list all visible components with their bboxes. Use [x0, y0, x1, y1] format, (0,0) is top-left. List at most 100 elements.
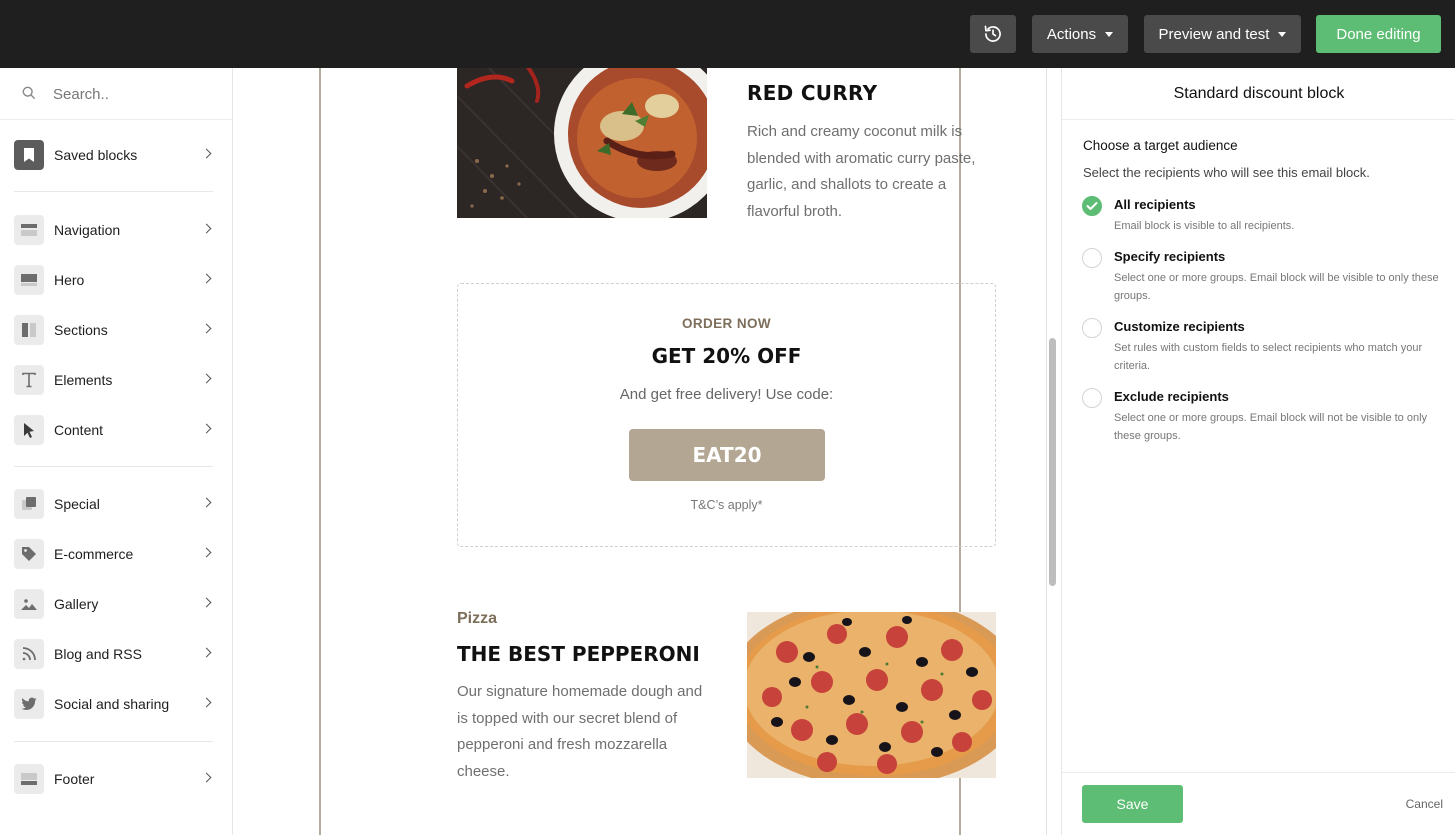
radio-unchecked-icon[interactable] — [1082, 248, 1102, 268]
sidebar-item-navigation[interactable]: Navigation — [0, 210, 232, 250]
audience-title: Choose a target audience — [1083, 138, 1238, 153]
special-icon — [14, 489, 44, 519]
email-body: RED CURRY Rich and creamy coconut milk i… — [319, 68, 996, 835]
done-editing-button[interactable]: Done editing — [1316, 15, 1441, 53]
text-icon — [14, 365, 44, 395]
curry-description: Rich and creamy coconut milk is blended … — [747, 123, 976, 220]
email-canvas: RED CURRY Rich and creamy coconut milk i… — [234, 68, 1060, 835]
caret-down-icon — [1278, 32, 1287, 37]
option-description: Set rules with custom fields to select r… — [1114, 342, 1423, 372]
rss-icon — [14, 639, 44, 669]
canvas-scrollbar[interactable] — [1049, 338, 1056, 586]
preview-label: Preview and test — [1158, 25, 1270, 43]
sidebar-item-special[interactable]: Special — [0, 484, 232, 524]
preview-and-test-button[interactable]: Preview and test — [1144, 15, 1301, 53]
sidebar-item-label: Gallery — [54, 596, 99, 612]
canvas-divider — [1046, 68, 1047, 835]
pizza-category: Pizza — [457, 610, 498, 627]
coupon-body: And get free delivery! Use code: — [619, 386, 834, 403]
sidebar-item-label: Saved blocks — [54, 147, 138, 163]
chevron-right-icon — [201, 273, 212, 284]
block-settings-panel: Standard discount block Choose a target … — [1061, 68, 1455, 835]
sidebar-item-label: Social and sharing — [54, 696, 170, 712]
option-description: Select one or more groups. Email block w… — [1114, 412, 1428, 442]
panel-title: Standard discount block — [1062, 68, 1455, 120]
chevron-right-icon — [201, 647, 212, 658]
twitter-icon — [14, 689, 44, 719]
panel-footer: Save Cancel — [1062, 772, 1455, 835]
chevron-right-icon — [201, 423, 212, 434]
sidebar-item-elements[interactable]: Elements — [0, 360, 232, 400]
curry-image — [457, 68, 707, 218]
option-label: Specify recipients — [1114, 249, 1226, 264]
sidebar-item-label: Sections — [54, 322, 108, 338]
option-description: Select one or more groups. Email block w… — [1114, 272, 1439, 302]
blocks-sidebar: Saved blocks Navigation Hero Sections El… — [0, 68, 233, 835]
sidebar-item-blog-and-rss[interactable]: Blog and RSS — [0, 634, 232, 674]
coupon-terms: T&C’s apply* — [690, 498, 763, 512]
sidebar-item-gallery[interactable]: Gallery — [0, 584, 232, 624]
radio-checked-icon[interactable] — [1082, 196, 1102, 216]
coupon-code-button[interactable]: EAT20 — [629, 429, 825, 481]
chevron-right-icon — [201, 547, 212, 558]
save-button[interactable]: Save — [1082, 785, 1183, 823]
cursor-icon — [14, 415, 44, 445]
sidebar-item-social-and-sharing[interactable]: Social and sharing — [0, 684, 232, 724]
option-label: All recipients — [1114, 197, 1196, 212]
image-icon — [14, 589, 44, 619]
footer-layout-icon — [14, 764, 44, 794]
radio-unchecked-icon[interactable] — [1082, 388, 1102, 408]
sidebar-item-label: Navigation — [54, 222, 121, 238]
navigation-layout-icon — [14, 215, 44, 245]
bookmark-icon — [14, 140, 44, 170]
chevron-right-icon — [201, 597, 212, 608]
hero-layout-icon — [14, 265, 44, 295]
chevron-right-icon — [201, 223, 212, 234]
chevron-right-icon — [201, 497, 212, 508]
sidebar-item-footer[interactable]: Footer — [0, 759, 232, 799]
sidebar-item-label: Blog and RSS — [54, 646, 142, 662]
radio-unchecked-icon[interactable] — [1082, 318, 1102, 338]
chevron-right-icon — [201, 697, 212, 708]
search-input[interactable] — [53, 82, 223, 106]
sidebar-item-label: E-commerce — [54, 546, 134, 562]
sidebar-divider — [14, 741, 213, 742]
sidebar-item-label: Hero — [54, 272, 85, 288]
audience-subtitle: Select the recipients who will see this … — [1083, 165, 1370, 180]
cancel-link[interactable]: Cancel — [1406, 797, 1443, 811]
sidebar-item-sections[interactable]: Sections — [0, 310, 232, 350]
pizza-title: THE BEST PEPPERONI — [457, 642, 700, 666]
history-button[interactable] — [970, 15, 1016, 53]
chevron-right-icon — [201, 772, 212, 783]
chevron-right-icon — [201, 148, 212, 159]
sidebar-item-saved-blocks[interactable]: Saved blocks — [0, 135, 232, 175]
option-label: Exclude recipients — [1114, 389, 1229, 404]
sidebar-item-label: Special — [54, 496, 100, 512]
actions-dropdown-button[interactable]: Actions — [1032, 15, 1128, 53]
sidebar-divider — [14, 466, 213, 467]
coupon-headline: GET 20% OFF — [651, 344, 802, 368]
sections-layout-icon — [14, 315, 44, 345]
option-label: Customize recipients — [1114, 319, 1245, 334]
sidebar-item-label: Content — [54, 422, 104, 438]
search-icon — [22, 86, 36, 100]
caret-down-icon — [1105, 32, 1114, 37]
sidebar-item-label: Elements — [54, 372, 113, 388]
history-icon — [984, 25, 1001, 42]
sidebar-item-label: Footer — [54, 771, 95, 787]
sidebar-item-hero[interactable]: Hero — [0, 260, 232, 300]
sidebar-divider — [14, 191, 213, 192]
top-toolbar: Actions Preview and test Done editing — [0, 0, 1455, 68]
discount-block[interactable]: ORDER NOW GET 20% OFF And get free deliv… — [457, 283, 996, 547]
tag-icon — [14, 539, 44, 569]
sidebar-item-content[interactable]: Content — [0, 410, 232, 450]
option-description: Email block is visible to all recipients… — [1114, 220, 1295, 232]
actions-label: Actions — [1046, 25, 1097, 43]
search-bar — [0, 68, 232, 120]
pizza-description: Our signature homemade dough and is topp… — [457, 683, 703, 780]
sidebar-item-e-commerce[interactable]: E-commerce — [0, 534, 232, 574]
chevron-right-icon — [201, 323, 212, 334]
coupon-eyebrow: ORDER NOW — [681, 316, 772, 331]
pizza-image — [747, 612, 996, 778]
chevron-right-icon — [201, 373, 212, 384]
